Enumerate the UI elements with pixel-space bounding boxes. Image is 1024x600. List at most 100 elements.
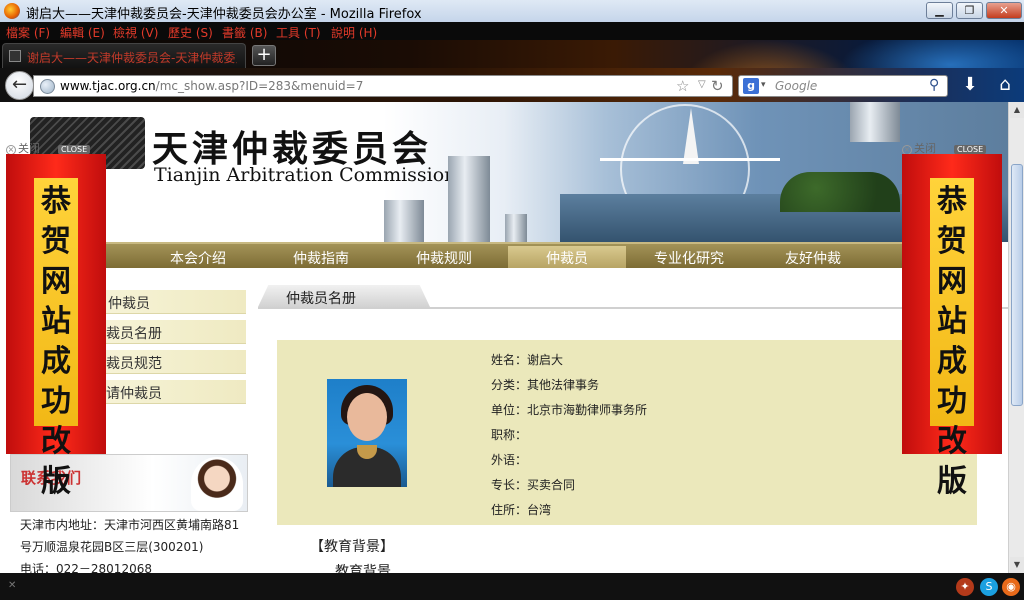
nav-item-research[interactable]: 专业化研究 [634, 248, 744, 268]
building-image [505, 214, 527, 242]
nav-item-arbitrators[interactable]: 仲裁员 [508, 246, 626, 268]
tab-bar: 谢启大——天津仲裁委员会-天津仲裁委员... [0, 40, 1024, 68]
google-icon[interactable]: g [743, 78, 759, 94]
back-arrow-icon: ← [11, 74, 28, 95]
menu-view[interactable]: 檢視 (V) [113, 24, 158, 41]
nav-item-friendly[interactable]: 友好仲裁 [758, 248, 868, 268]
back-button[interactable]: ← [5, 71, 34, 100]
bridge-image [600, 158, 780, 168]
contact-address-line2: 号万顺温泉花园B区三层(300201) [20, 540, 204, 554]
vertical-scrollbar[interactable]: ▲ ▼ [1008, 102, 1024, 573]
menu-bar: 檔案 (F) 編輯 (E) 檢視 (V) 歷史 (S) 書籤 (B) 工具 (T… [0, 22, 1024, 40]
ad-close-badge: CLOSE [58, 145, 91, 154]
field-label: 专长： [491, 478, 528, 492]
building-image [850, 102, 900, 142]
maximize-button[interactable]: ❐ [956, 2, 983, 19]
skype-icon[interactable]: S [980, 578, 998, 596]
status-bar: ✕ ✦ S ◉ [0, 573, 1024, 600]
contact-address-line1: 天津市内地址：天津市河西区黄埔南路81 [20, 518, 240, 532]
field-label: 分类： [491, 378, 528, 392]
firefox-icon [4, 3, 20, 19]
site-identity-icon[interactable] [40, 79, 55, 94]
arbitrator-photo [327, 379, 407, 487]
search-icon[interactable]: ⚲ [929, 77, 939, 93]
home-icon[interactable]: ⌂ [993, 74, 1017, 98]
field-label: 住所： [491, 503, 528, 517]
field-language: 外语： [491, 451, 527, 468]
download-icon[interactable]: ⬇ [958, 74, 982, 98]
search-placeholder: Google [775, 79, 818, 93]
field-title: 职称： [491, 426, 527, 443]
url-bar[interactable]: www.tjac.org.cn/mc_show.asp?ID=283&menui… [33, 75, 733, 97]
scrollbar-thumb[interactable] [1011, 164, 1023, 406]
ad-close-badge: CLOSE [954, 145, 987, 154]
menu-edit[interactable]: 編輯 (E) [60, 24, 105, 41]
field-category: 分类：其他法律事务 [491, 376, 599, 393]
sidebar-item-arbitrators[interactable]: 仲裁员 [106, 290, 246, 314]
ad-text: 恭贺网站成功改版 [41, 184, 71, 499]
contact-phone: 电话：022－28012068 [20, 562, 152, 573]
right-floating-ad[interactable]: 恭贺网站成功改版 [902, 154, 1002, 499]
page-icon [9, 50, 21, 62]
nav-item-guide[interactable]: 仲裁指南 [266, 248, 376, 268]
url-domain: www.tjac.org.cn [60, 79, 156, 93]
field-value: 买卖合同 [527, 478, 576, 492]
search-engine-dropdown-icon[interactable]: ▾ [761, 80, 766, 90]
sidebar-item-apply[interactable]: 申请仲裁员 [106, 380, 246, 404]
ad-banner-inner: 恭贺网站成功改版 [930, 178, 974, 499]
nav-item-rules[interactable]: 仲裁规则 [389, 248, 499, 268]
sidebar-item-code[interactable]: 仲裁员规范 [106, 350, 246, 374]
bridge-pylon-image [683, 108, 699, 164]
education-heading: 【教育背景】 [310, 539, 394, 555]
url-path: /mc_show.asp?ID=283&menuid=7 [155, 79, 364, 93]
education-text: 教育背景 [335, 564, 391, 573]
site-header: 天津仲裁委员会 Tianjin Arbitration Commission [0, 102, 1008, 242]
customer-service-avatar [191, 457, 243, 511]
field-value: 其他法律事务 [527, 378, 600, 392]
reload-icon[interactable]: ↻ [711, 77, 724, 95]
field-value: 谢启大 [527, 353, 564, 367]
close-window-button[interactable]: ✕ [986, 2, 1022, 19]
menu-file[interactable]: 檔案 (F) [6, 24, 50, 41]
field-label: 职称： [491, 428, 528, 442]
tab-label: 谢启大——天津仲裁委员会-天津仲裁委员... [27, 51, 237, 65]
scroll-down-arrow-icon[interactable]: ▼ [1010, 557, 1024, 573]
field-organization: 单位：北京市海勤律师事务所 [491, 401, 647, 418]
field-label: 外语： [491, 453, 528, 467]
trees-image [780, 172, 900, 212]
building-image [384, 200, 424, 242]
page-viewport: 天津仲裁委员会 Tianjin Arbitration Commission 本… [0, 102, 1008, 573]
firefox-tray-icon[interactable]: ◉ [1002, 578, 1020, 596]
menu-bookmarks[interactable]: 書籤 (B) [222, 24, 267, 41]
minimize-button[interactable]: ▁ [926, 2, 953, 19]
left-floating-ad[interactable]: 恭贺网站成功改版 [6, 154, 106, 499]
field-specialty: 专长：买卖合同 [491, 476, 575, 493]
menu-history[interactable]: 歷史 (S) [168, 24, 213, 41]
close-addon-bar-icon[interactable]: ✕ [8, 580, 16, 591]
search-bar[interactable]: g ▾ Google ⚲ [738, 75, 948, 97]
menu-tools[interactable]: 工具 (T) [276, 24, 321, 41]
field-label: 姓名： [491, 353, 528, 367]
new-tab-button[interactable]: + [252, 45, 276, 66]
addon-icon[interactable]: ✦ [956, 578, 974, 596]
tab-active[interactable]: 谢启大——天津仲裁委员会-天津仲裁委员... [2, 43, 246, 68]
section-tab: 仲裁员名册 [258, 285, 430, 307]
building-image [448, 156, 490, 242]
arbitrator-profile: 姓名：谢启大 分类：其他法律事务 单位：北京市海勤律师事务所 职称： 外语： 专… [277, 340, 977, 525]
bookmark-star-icon[interactable]: ☆ [676, 77, 689, 95]
section-divider [258, 307, 1008, 309]
field-value: 北京市海勤律师事务所 [527, 403, 648, 417]
title-bar: 谢启大——天津仲裁委员会-天津仲裁委员会办公室 - Mozilla Firefo… [0, 0, 1024, 22]
sidebar-item-roster[interactable]: 仲裁员名册 [106, 320, 246, 344]
field-residence: 住所：台湾 [491, 501, 551, 518]
ad-text: 恭贺网站成功改版 [937, 184, 967, 499]
field-name: 姓名：谢启大 [491, 351, 563, 368]
main-nav-menu: 本会介绍 仲裁指南 仲裁规则 仲裁员 专业化研究 友好仲裁 [106, 242, 902, 268]
history-dropdown-icon[interactable]: ▽ [698, 79, 706, 90]
scroll-up-arrow-icon[interactable]: ▲ [1010, 102, 1024, 118]
nav-item-about[interactable]: 本会介绍 [143, 248, 253, 268]
window-title: 谢启大——天津仲裁委员会-天津仲裁委员会办公室 - Mozilla Firefo… [26, 7, 422, 22]
menu-help[interactable]: 說明 (H) [331, 24, 377, 41]
url-text[interactable]: www.tjac.org.cn/mc_show.asp?ID=283&menui… [60, 79, 363, 93]
field-value: 台湾 [527, 503, 552, 517]
